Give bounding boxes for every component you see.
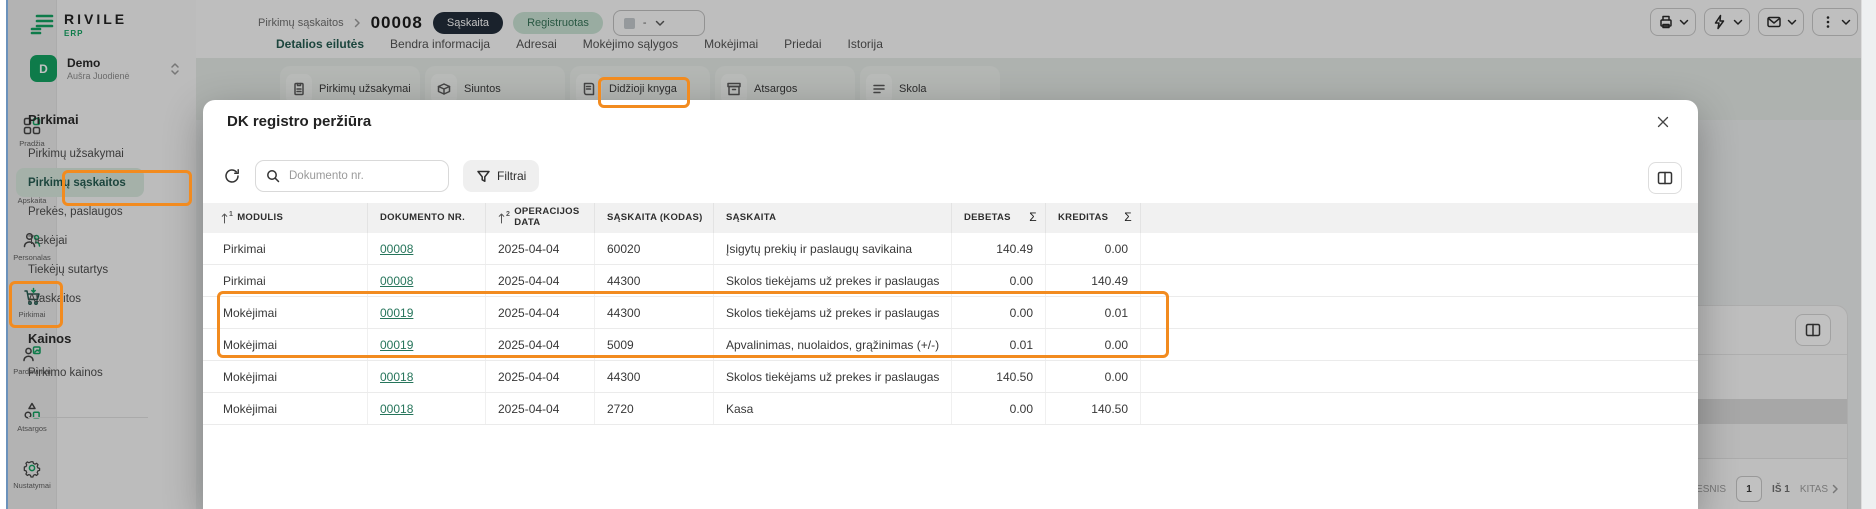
refresh-icon[interactable] <box>223 167 241 185</box>
cell-filler <box>1141 265 1698 296</box>
table-row: Mokėjimai 00018 2025-04-04 2720 Kasa 0.0… <box>203 393 1698 425</box>
document-link[interactable]: 00019 <box>380 338 413 352</box>
cell-kreditas: 140.50 <box>1046 393 1141 424</box>
cell-debetas: 0.00 <box>952 265 1046 296</box>
cell-debetas: 0.00 <box>952 297 1046 328</box>
cell-modulis: Mokėjimai <box>203 393 368 424</box>
cell-debetas: 0.01 <box>952 329 1046 360</box>
cell-operacijos-data: 2025-04-04 <box>486 329 595 360</box>
cell-kreditas: 0.00 <box>1046 329 1141 360</box>
table-row: Mokėjimai 00018 2025-04-04 44300 Skolos … <box>203 361 1698 393</box>
modal-title: DK registro peržiūra <box>227 113 371 130</box>
table-row: Pirkimai 00008 2025-04-04 60020 Įsigytų … <box>203 233 1698 265</box>
cell-saskaita-kodas: 5009 <box>595 329 714 360</box>
cell-dokumento-nr: 00019 <box>368 297 486 328</box>
search-icon <box>266 169 280 183</box>
cell-saskaita: Apvalinimas, nuolaidos, grąžinimas (+/-) <box>714 329 952 360</box>
column-header-label: SĄSKAITA <box>726 213 776 224</box>
table-row: Pirkimai 00008 2025-04-04 44300 Skolos t… <box>203 265 1698 297</box>
cell-modulis: Mokėjimai <box>203 297 368 328</box>
cell-saskaita-kodas: 60020 <box>595 233 714 264</box>
search-input[interactable] <box>287 169 431 183</box>
cell-modulis: Pirkimai <box>203 265 368 296</box>
filter-button-label: Filtrai <box>497 169 526 183</box>
sort-icon: 1 <box>221 213 233 224</box>
column-header-label: DEBETAS <box>964 213 1011 224</box>
funnel-icon <box>476 169 491 184</box>
cell-filler <box>1141 393 1698 424</box>
column-header[interactable]: DOKUMENTO NR. <box>368 203 486 233</box>
column-header[interactable]: 2 OPERACIJOS DATA <box>486 203 595 233</box>
cell-operacijos-data: 2025-04-04 <box>486 393 595 424</box>
column-header[interactable]: SĄSKAITA (KODAS) <box>595 203 714 233</box>
cell-saskaita: Skolos tiekėjams už prekes ir paslaugas <box>714 297 952 328</box>
cell-debetas: 140.49 <box>952 233 1046 264</box>
cell-saskaita: Kasa <box>714 393 952 424</box>
dk-register-modal: DK registro peržiūra Filtrai 1 MODULIS D… <box>203 100 1698 509</box>
table-row: Mokėjimai 00019 2025-04-04 44300 Skolos … <box>203 297 1698 329</box>
gl-register-table: 1 MODULIS DOKUMENTO NR. 2 OPERACIJOS DAT… <box>203 203 1698 425</box>
cell-dokumento-nr: 00018 <box>368 393 486 424</box>
cell-saskaita-kodas: 44300 <box>595 361 714 392</box>
cell-saskaita-kodas: 44300 <box>595 297 714 328</box>
cell-modulis: Mokėjimai <box>203 329 368 360</box>
cell-kreditas: 140.49 <box>1046 265 1141 296</box>
table-header-row: 1 MODULIS DOKUMENTO NR. 2 OPERACIJOS DAT… <box>203 203 1698 233</box>
cell-operacijos-data: 2025-04-04 <box>486 361 595 392</box>
columns-icon[interactable] <box>1648 162 1682 194</box>
document-search <box>255 160 449 192</box>
close-icon[interactable] <box>1654 113 1672 131</box>
cell-filler <box>1141 329 1698 360</box>
column-header[interactable]: KREDITAS Σ <box>1046 203 1141 233</box>
table-row: Mokėjimai 00019 2025-04-04 5009 Apvalini… <box>203 329 1698 361</box>
cell-filler <box>1141 233 1698 264</box>
column-header-label: SĄSKAITA (KODAS) <box>607 213 703 224</box>
document-link[interactable]: 00019 <box>380 306 413 320</box>
modal-toolbar: Filtrai <box>223 160 539 192</box>
cell-operacijos-data: 2025-04-04 <box>486 265 595 296</box>
document-link[interactable]: 00008 <box>380 274 413 288</box>
window-focus-border <box>6 0 8 509</box>
column-header[interactable]: DEBETAS Σ <box>952 203 1046 233</box>
cell-dokumento-nr: 00019 <box>368 329 486 360</box>
column-header-label: OPERACIJOS DATA <box>514 207 586 229</box>
column-header-label: MODULIS <box>237 213 283 224</box>
column-header-label: DOKUMENTO NR. <box>380 213 465 224</box>
cell-saskaita: Įsigytų prekių ir paslaugų savikaina <box>714 233 952 264</box>
cell-filler <box>1141 361 1698 392</box>
cell-operacijos-data: 2025-04-04 <box>486 233 595 264</box>
sum-icon[interactable]: Σ <box>1029 211 1037 225</box>
cell-saskaita-kodas: 44300 <box>595 265 714 296</box>
cell-dokumento-nr: 00018 <box>368 361 486 392</box>
window-scrollbar[interactable] <box>1861 0 1876 509</box>
cell-saskaita: Skolos tiekėjams už prekes ir paslaugas <box>714 265 952 296</box>
cell-saskaita-kodas: 2720 <box>595 393 714 424</box>
cell-saskaita: Skolos tiekėjams už prekes ir paslaugas <box>714 361 952 392</box>
filter-button[interactable]: Filtrai <box>463 160 539 192</box>
app-window: RIVILE ERP D Demo Aušra Juodienė Pradžia… <box>0 0 1876 509</box>
cell-dokumento-nr: 00008 <box>368 265 486 296</box>
cell-debetas: 140.50 <box>952 361 1046 392</box>
document-link[interactable]: 00008 <box>380 242 413 256</box>
document-link[interactable]: 00018 <box>380 402 413 416</box>
sum-icon[interactable]: Σ <box>1124 211 1132 225</box>
cell-kreditas: 0.00 <box>1046 233 1141 264</box>
cell-kreditas: 0.00 <box>1046 361 1141 392</box>
cell-kreditas: 0.01 <box>1046 297 1141 328</box>
document-link[interactable]: 00018 <box>380 370 413 384</box>
cell-modulis: Pirkimai <box>203 233 368 264</box>
column-header-filler <box>1141 203 1698 233</box>
cell-modulis: Mokėjimai <box>203 361 368 392</box>
column-header-label: KREDITAS <box>1058 213 1108 224</box>
cell-dokumento-nr: 00008 <box>368 233 486 264</box>
cell-operacijos-data: 2025-04-04 <box>486 297 595 328</box>
table-body: Pirkimai 00008 2025-04-04 60020 Įsigytų … <box>203 233 1698 425</box>
sort-icon: 2 <box>498 213 510 224</box>
column-header[interactable]: SĄSKAITA <box>714 203 952 233</box>
column-header[interactable]: 1 MODULIS <box>203 203 368 233</box>
cell-filler <box>1141 297 1698 328</box>
cell-debetas: 0.00 <box>952 393 1046 424</box>
